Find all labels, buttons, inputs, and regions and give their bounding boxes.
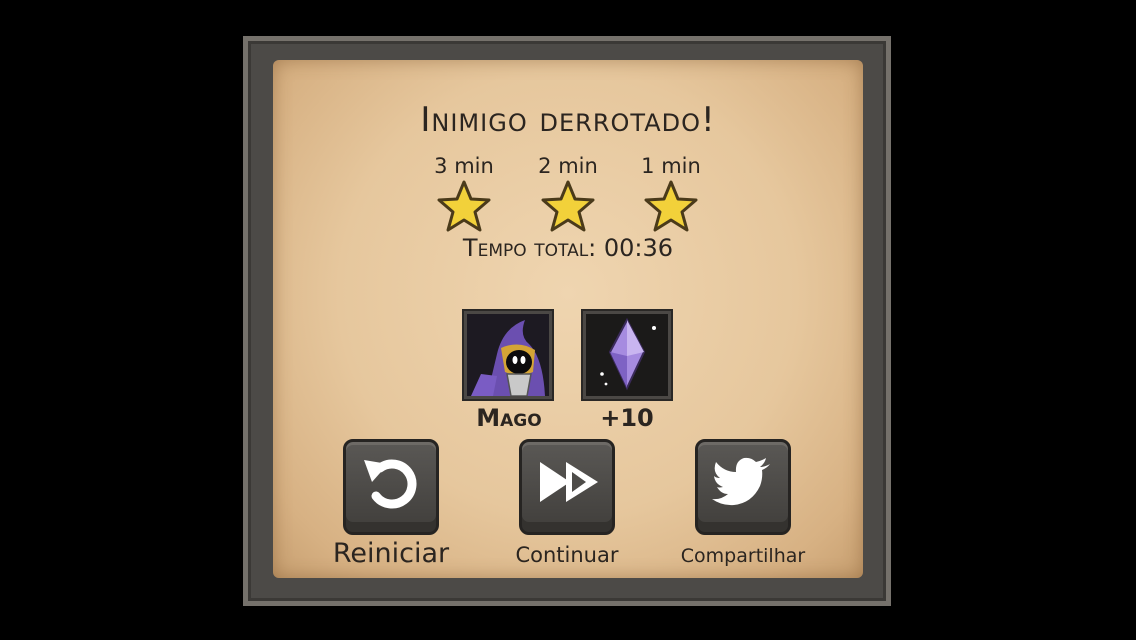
star-icon xyxy=(541,180,595,232)
continue-button[interactable] xyxy=(519,439,615,535)
star-1-min: 1 min xyxy=(626,154,716,232)
reward-label-crystal: +10 xyxy=(600,404,654,432)
reward-label-wizard: Mago xyxy=(476,404,542,432)
star-icon xyxy=(644,180,698,232)
total-time: Tempo total: 00:36 xyxy=(462,234,674,262)
continue-label: Continuar xyxy=(515,543,619,567)
star-3-min: 3 min xyxy=(419,154,509,232)
restart-label: Reiniciar xyxy=(332,538,450,569)
wizard-portrait-icon xyxy=(467,314,549,397)
restart-icon xyxy=(364,459,417,509)
purple-crystal-icon xyxy=(586,314,668,396)
star-label: 2 min xyxy=(538,154,598,178)
dialog-title: Inimigo derrotado! xyxy=(420,100,716,140)
twitter-bird-icon xyxy=(712,457,770,506)
fast-forward-icon xyxy=(540,462,598,502)
restart-button[interactable] xyxy=(343,439,439,535)
star-label: 3 min xyxy=(434,154,494,178)
star-2-min: 2 min xyxy=(523,154,613,232)
reward-wizard xyxy=(464,311,552,399)
star-label: 1 min xyxy=(641,154,701,178)
reward-crystal xyxy=(583,311,671,399)
star-icon xyxy=(437,180,491,232)
share-label: Compartilhar xyxy=(680,545,806,567)
share-button[interactable] xyxy=(695,439,791,535)
